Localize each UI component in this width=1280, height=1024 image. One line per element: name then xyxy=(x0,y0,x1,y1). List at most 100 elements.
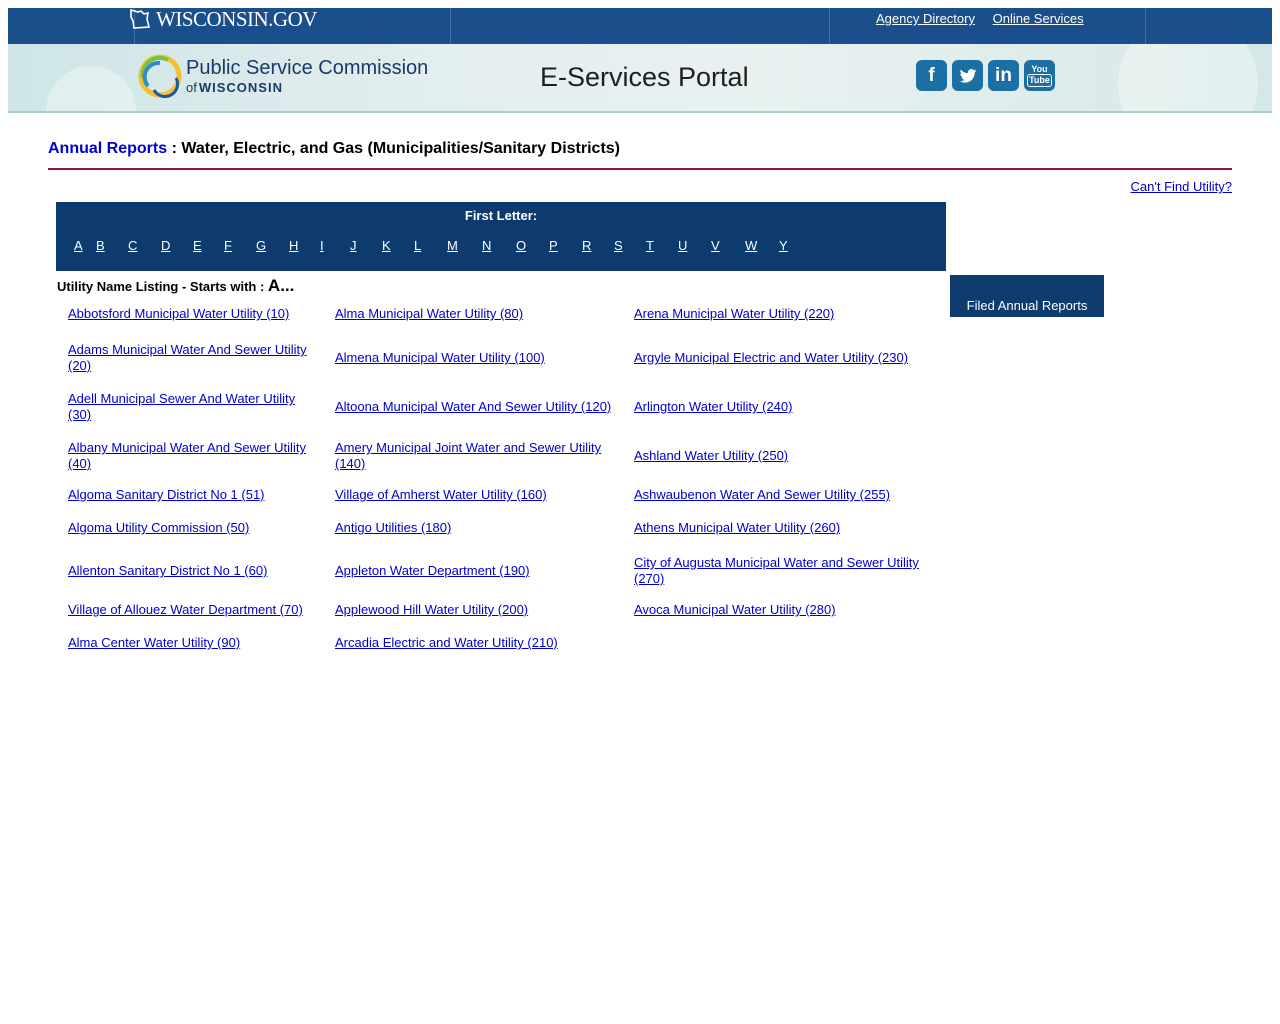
utility-link[interactable]: Arcadia Electric and Water Utility (210) xyxy=(335,635,558,651)
list-item: Adell Municipal Sewer And Water Utility … xyxy=(68,387,320,427)
wisconsin-gov-logo[interactable]: WISCONSIN.GOV xyxy=(128,4,317,34)
utility-link[interactable]: Algoma Utility Commission (50) xyxy=(68,520,249,536)
utility-link[interactable]: Albany Municipal Water And Sewer Utility… xyxy=(68,440,320,472)
psc-state-name: WISCONSIN xyxy=(198,80,283,95)
utility-link[interactable]: Abbotsford Municipal Water Utility (10) xyxy=(68,306,289,322)
list-item: Amery Municipal Joint Water and Sewer Ut… xyxy=(335,436,620,476)
list-item: Arena Municipal Water Utility (220) xyxy=(634,304,934,324)
list-item: Allenton Sanitary District No 1 (60) xyxy=(68,551,320,591)
list-item: Athens Municipal Water Utility (260) xyxy=(634,518,934,538)
letter-link-k[interactable]: K xyxy=(382,238,414,253)
list-item: Village of Allouez Water Department (70) xyxy=(68,600,320,620)
header-banner: Public Service Commission of WISCONSIN E-… xyxy=(8,44,1272,113)
portal-title: E-Services Portal xyxy=(540,62,749,92)
letter-link-o[interactable]: O xyxy=(516,238,549,253)
utility-link[interactable]: Allenton Sanitary District No 1 (60) xyxy=(68,563,267,579)
list-item: Altoona Municipal Water And Sewer Utilit… xyxy=(335,387,620,427)
letter-link-s[interactable]: S xyxy=(614,238,646,253)
list-item: Ashwaubenon Water And Sewer Utility (255… xyxy=(634,485,934,505)
agency-directory-link[interactable]: Agency Directory xyxy=(876,11,975,26)
title-divider xyxy=(48,168,1232,170)
letter-link-d[interactable]: D xyxy=(161,238,193,253)
utility-link[interactable]: Argyle Municipal Electric and Water Util… xyxy=(634,350,908,366)
youtube-icon[interactable]: You Tube xyxy=(1024,60,1055,91)
letter-link-w[interactable]: W xyxy=(745,238,779,253)
list-item: Arlington Water Utility (240) xyxy=(634,387,934,427)
letter-link-a[interactable]: A xyxy=(74,238,96,253)
utility-link[interactable]: Altoona Municipal Water And Sewer Utilit… xyxy=(335,399,611,415)
letter-link-n[interactable]: N xyxy=(482,238,516,253)
letter-link-g[interactable]: G xyxy=(256,238,289,253)
utility-link[interactable]: Village of Amherst Water Utility (160) xyxy=(335,487,547,503)
letter-link-b[interactable]: B xyxy=(96,238,128,253)
online-services-link[interactable]: Online Services xyxy=(993,11,1084,26)
utility-link[interactable]: Applewood Hill Water Utility (200) xyxy=(335,602,528,618)
listing-current-letter: A... xyxy=(267,276,295,295)
letter-link-u[interactable]: U xyxy=(678,238,711,253)
letter-link-c[interactable]: C xyxy=(128,238,161,253)
psc-state: of WISCONSIN xyxy=(186,81,428,94)
list-item: Applewood Hill Water Utility (200) xyxy=(335,600,620,620)
list-item: Almena Municipal Water Utility (100) xyxy=(335,338,620,378)
utility-link[interactable]: Appleton Water Department (190) xyxy=(335,563,530,579)
utility-link[interactable]: Ashwaubenon Water And Sewer Utility (255… xyxy=(634,487,890,503)
filed-annual-reports-button[interactable]: Filed Annual Reports xyxy=(950,275,1104,317)
govbar-cell xyxy=(450,8,830,44)
utility-link[interactable]: Alma Municipal Water Utility (80) xyxy=(335,306,523,322)
annual-reports-link[interactable]: Annual Reports xyxy=(48,140,167,157)
utility-link[interactable]: Adell Municipal Sewer And Water Utility … xyxy=(68,391,320,423)
psc-state-prefix: of xyxy=(186,80,197,95)
psc-logo[interactable]: Public Service Commission of WISCONSIN xyxy=(138,54,428,98)
letter-link-h[interactable]: H xyxy=(289,238,320,253)
list-item: Alma Municipal Water Utility (80) xyxy=(335,304,620,324)
wisconsin-gov-wordmark: WISCONSIN.GOV xyxy=(156,6,317,31)
letter-link-p[interactable]: P xyxy=(549,238,582,253)
utility-link[interactable]: Almena Municipal Water Utility (100) xyxy=(335,350,545,366)
letter-link-f[interactable]: F xyxy=(224,238,256,253)
first-letter-label: First Letter: xyxy=(464,208,538,223)
list-item: Alma Center Water Utility (90) xyxy=(68,633,320,653)
wisconsin-state-icon xyxy=(130,8,151,29)
utility-link[interactable]: Athens Municipal Water Utility (260) xyxy=(634,520,840,536)
list-item: Argyle Municipal Electric and Water Util… xyxy=(634,338,934,378)
letter-link-l[interactable]: L xyxy=(414,238,447,253)
letter-link-r[interactable]: R xyxy=(582,238,614,253)
list-item: Albany Municipal Water And Sewer Utility… xyxy=(68,436,320,476)
letter-link-i[interactable]: I xyxy=(320,238,350,253)
utility-link[interactable]: City of Augusta Municipal Water and Sewe… xyxy=(634,555,934,587)
letter-link-j[interactable]: J xyxy=(350,238,382,253)
psc-name: Public Service Commission xyxy=(186,57,429,79)
list-item: Algoma Sanitary District No 1 (51) xyxy=(68,485,320,505)
list-item: Algoma Utility Commission (50) xyxy=(68,518,320,538)
facebook-icon[interactable]: f xyxy=(916,60,947,91)
listing-label: Utility Name Listing - Starts with : A..… xyxy=(57,276,294,296)
utility-link[interactable]: Antigo Utilities (180) xyxy=(335,520,451,536)
cant-find-utility-link[interactable]: Can't Find Utility? xyxy=(1131,179,1232,194)
utility-link[interactable]: Ashland Water Utility (250) xyxy=(634,448,788,464)
decorative-bubble xyxy=(1118,44,1258,111)
letter-link-e[interactable]: E xyxy=(193,238,224,253)
utility-link[interactable]: Arlington Water Utility (240) xyxy=(634,399,792,415)
utility-link[interactable]: Village of Allouez Water Department (70) xyxy=(68,602,303,618)
social-links: f in You Tube xyxy=(916,60,1060,91)
list-item: Adams Municipal Water And Sewer Utility … xyxy=(68,338,320,378)
list-item: Appleton Water Department (190) xyxy=(335,551,620,591)
letter-link-t[interactable]: T xyxy=(646,238,678,253)
list-item: Ashland Water Utility (250) xyxy=(634,436,934,476)
psc-swirl-icon xyxy=(138,54,182,98)
list-item: Avoca Municipal Water Utility (280) xyxy=(634,600,934,620)
page-title: Annual Reports : Water, Electric, and Ga… xyxy=(48,140,620,158)
utility-link[interactable]: Amery Municipal Joint Water and Sewer Ut… xyxy=(335,440,620,472)
twitter-icon[interactable] xyxy=(952,60,983,91)
utility-link[interactable]: Avoca Municipal Water Utility (280) xyxy=(634,602,836,618)
utility-link[interactable]: Arena Municipal Water Utility (220) xyxy=(634,306,834,322)
letter-link-m[interactable]: M xyxy=(447,238,482,253)
letter-links: ABCDEFGHIJKLMNOPRSTUVWY xyxy=(74,238,811,253)
letter-link-y[interactable]: Y xyxy=(779,238,811,253)
utility-link[interactable]: Adams Municipal Water And Sewer Utility … xyxy=(68,342,320,374)
utility-link[interactable]: Alma Center Water Utility (90) xyxy=(68,635,240,651)
linkedin-icon[interactable]: in xyxy=(988,60,1019,91)
letter-link-v[interactable]: V xyxy=(711,238,745,253)
utility-link[interactable]: Algoma Sanitary District No 1 (51) xyxy=(68,487,265,503)
gov-links: Agency Directory Online Services xyxy=(876,11,1098,26)
